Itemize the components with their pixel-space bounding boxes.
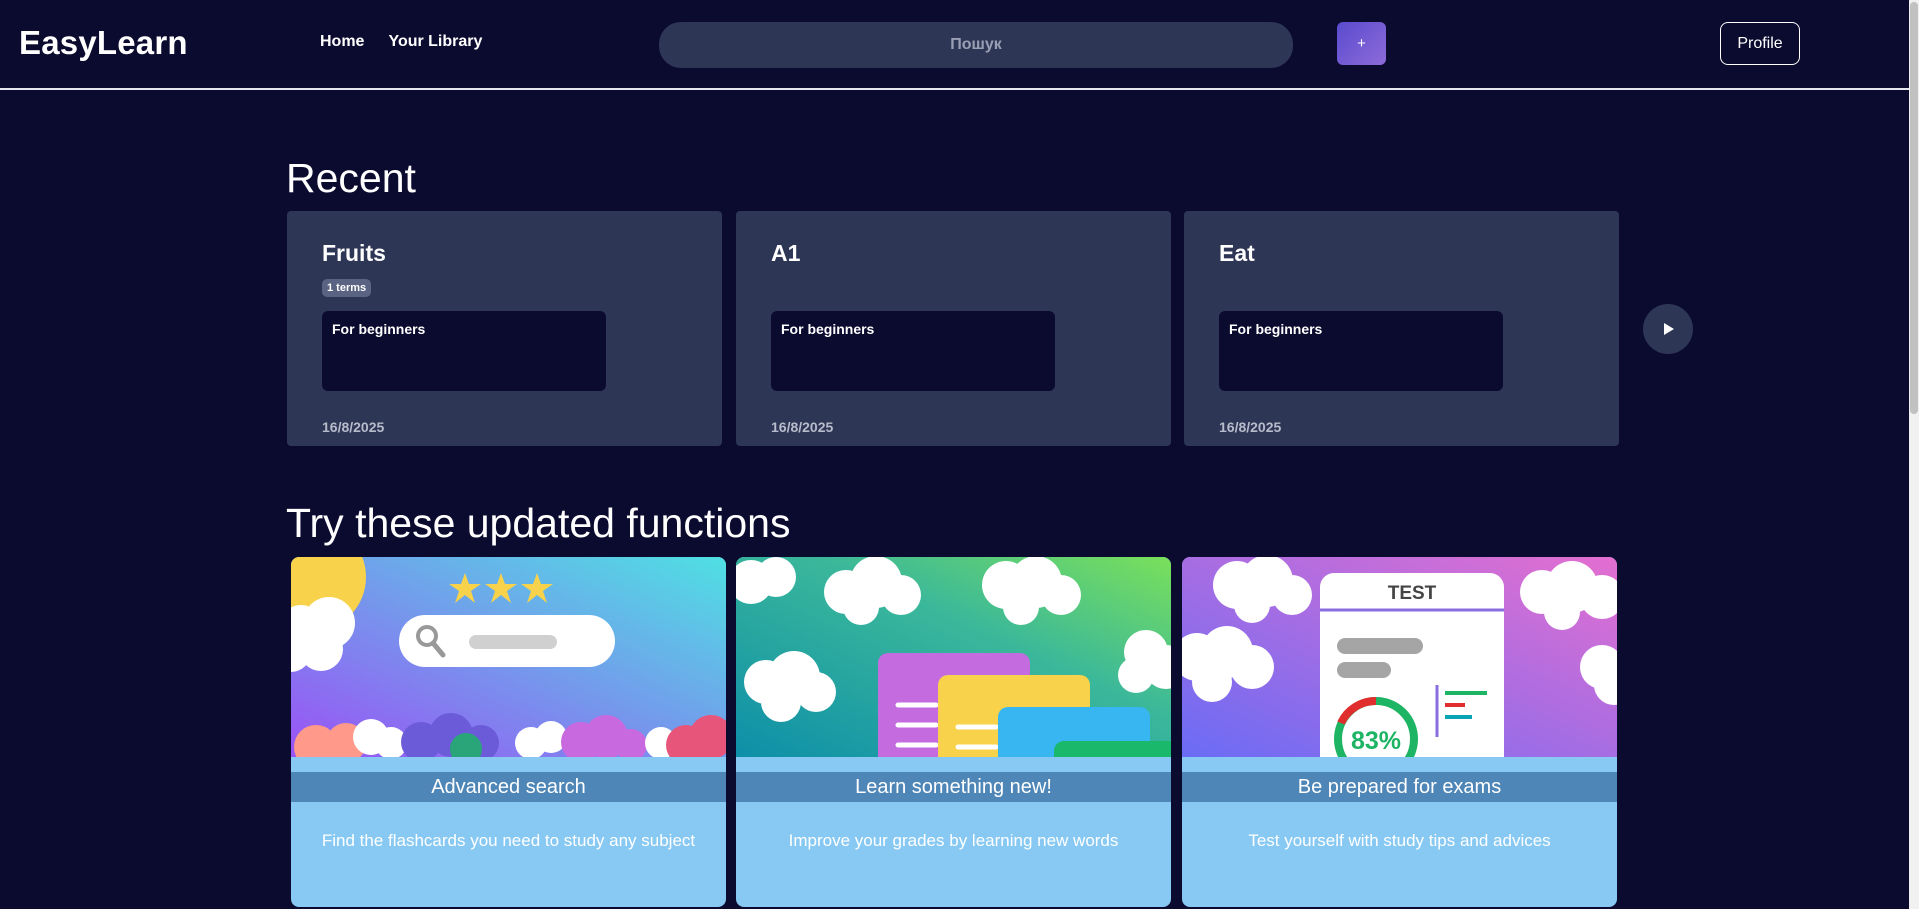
card-title: Fruits — [322, 240, 386, 266]
recent-heading: Recent — [286, 155, 416, 201]
card-title: A1 — [771, 240, 801, 266]
terms-badge: 1 terms — [322, 279, 372, 297]
recent-card-a1[interactable]: A1 For beginners 16/8/2025 — [736, 211, 1171, 446]
card-title: Eat — [1219, 240, 1255, 266]
card-date: 16/8/2025 — [771, 419, 834, 435]
card-description: For beginners — [1219, 311, 1503, 391]
play-icon — [1664, 323, 1674, 335]
page-scrollbar[interactable] — [1909, 0, 1919, 909]
profile-button[interactable]: Profile — [1720, 22, 1800, 65]
nav-home[interactable]: Home — [320, 33, 364, 51]
app-logo[interactable]: EasyLearn — [19, 24, 188, 62]
card-description: For beginners — [771, 311, 1055, 391]
top-header: EasyLearn Home Your Library + Profile — [0, 0, 1909, 90]
feature-card-advanced-search[interactable]: Advanced search Find the flashcards you … — [291, 557, 726, 907]
search-input[interactable] — [659, 22, 1293, 68]
card-date: 16/8/2025 — [1219, 419, 1282, 435]
feature-title: Advanced search — [291, 772, 726, 802]
test-label: TEST — [1388, 583, 1437, 604]
feature-title: Be prepared for exams — [1182, 772, 1617, 802]
card-description: For beginners — [322, 311, 606, 391]
feature-description: Improve your grades by learning new word… — [788, 831, 1119, 850]
flashcards-illustration — [736, 557, 1171, 757]
search-illustration — [291, 557, 726, 757]
test-illustration: TEST 83% — [1182, 557, 1617, 757]
scrollbar-thumb[interactable] — [1910, 2, 1918, 414]
main-nav: Home Your Library — [320, 33, 482, 51]
score-label: 83% — [1351, 727, 1401, 755]
feature-description: Test yourself with study tips and advice… — [1248, 831, 1551, 850]
feature-title: Learn something new! — [736, 772, 1171, 802]
feature-description: Find the flashcards you need to study an… — [321, 831, 696, 850]
feature-card-exams[interactable]: TEST 83% Be prepared for exams Test your… — [1182, 557, 1617, 907]
carousel-next-button[interactable] — [1643, 304, 1693, 354]
nav-your-library[interactable]: Your Library — [388, 33, 482, 51]
add-button[interactable]: + — [1337, 22, 1386, 65]
features-heading: Try these updated functions — [286, 500, 791, 546]
recent-card-fruits[interactable]: Fruits 1 terms For beginners 16/8/2025 — [287, 211, 722, 446]
card-date: 16/8/2025 — [322, 419, 385, 435]
feature-card-learn-new[interactable]: Learn something new! Improve your grades… — [736, 557, 1171, 907]
recent-card-eat[interactable]: Eat For beginners 16/8/2025 — [1184, 211, 1619, 446]
